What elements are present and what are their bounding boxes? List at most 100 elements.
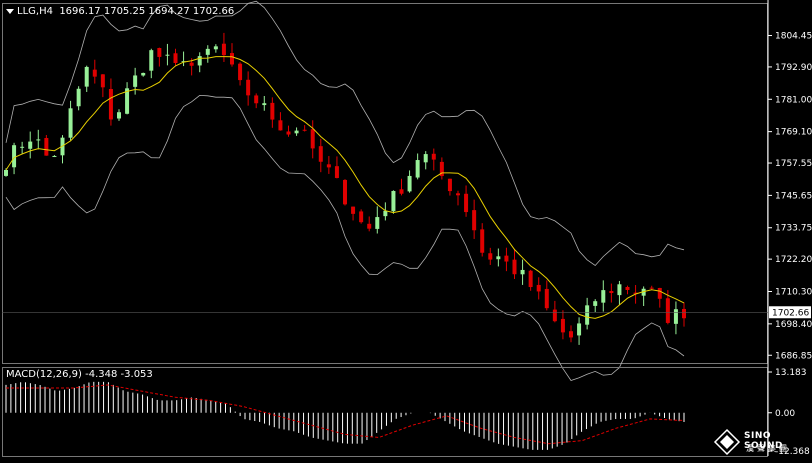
candle-body [343, 179, 347, 205]
candle-body [189, 62, 194, 66]
macd-tick-label: 13.183 [775, 368, 807, 378]
candle-body [391, 190, 396, 212]
candle-body [351, 206, 356, 214]
macd-panel-border [2, 367, 768, 457]
candle-body [108, 89, 113, 120]
price-tick-label: 1757.55 [775, 159, 812, 169]
candle-body [657, 287, 662, 299]
candle-body [536, 284, 541, 292]
candle-body [92, 69, 97, 77]
candle-body [12, 145, 17, 168]
chart-header[interactable]: LLG,H4 1696.17 1705.25 1694.27 1702.66 [6, 6, 234, 17]
candle-body [496, 256, 501, 260]
price-axis: 1804.45 1792.90 1781.00 1769.10 1757.55 1745.… [2, 0, 812, 457]
candle-body [407, 175, 412, 192]
candle-body [480, 229, 485, 253]
candle-body [149, 50, 154, 71]
candle-body [246, 79, 251, 96]
macd-label: MACD(12,26,9) -4.348 -3.053 [6, 369, 153, 380]
candle-body [512, 259, 517, 275]
candle-body [173, 53, 178, 64]
candle-body [383, 210, 388, 217]
macd-signal-line [6, 384, 685, 445]
candle-body [117, 112, 121, 119]
candle-body [221, 43, 226, 56]
candle-body [464, 193, 469, 213]
candle-body [100, 74, 105, 88]
candle-body [36, 139, 41, 141]
candle-body [673, 309, 678, 324]
candle-body [254, 95, 259, 104]
candle-body [552, 309, 557, 322]
main-panel-border [2, 3, 768, 364]
candle-body [585, 305, 590, 325]
symbol-label: LLG,H4 [17, 6, 53, 17]
candle-body [20, 146, 25, 148]
candle-body [367, 223, 372, 229]
candle-body [488, 253, 493, 260]
candle-body [447, 178, 452, 192]
price-tick-label: 1722.20 [775, 255, 812, 265]
logo-chinese-text: 漢聲集團 [746, 444, 790, 453]
candle-body [157, 48, 162, 57]
bollinger-lower-band [5, 94, 685, 381]
candle-body [577, 323, 582, 336]
candle-body [520, 269, 525, 275]
candle-body [665, 298, 670, 323]
candle-body [617, 284, 622, 296]
candle-body [326, 164, 331, 168]
candle-body [593, 301, 598, 306]
candle-body [504, 255, 509, 262]
candle-body [84, 66, 89, 87]
candle-body [399, 189, 404, 194]
candle-body [76, 88, 81, 107]
macd-panel [2, 367, 768, 457]
price-tick-label: 1733.75 [775, 224, 812, 234]
bollinger-upper-band [5, 0, 685, 267]
price-tick-label: 1769.10 [775, 128, 812, 138]
candle-body [141, 72, 146, 76]
candle-body [68, 108, 73, 138]
candle-body [52, 155, 57, 158]
candle-body [262, 103, 267, 106]
candle-body [359, 211, 364, 223]
candle-body [230, 53, 234, 65]
candle-body [28, 141, 33, 149]
candle-body [165, 54, 170, 56]
candle-body [609, 291, 614, 294]
current-price-label: 1702.66 [772, 308, 809, 318]
candle-body [431, 153, 436, 160]
price-tick-label: 1686.85 [775, 351, 812, 361]
candle-body [133, 75, 138, 87]
dropdown-triangle-icon[interactable] [6, 8, 14, 14]
candle-body [569, 331, 573, 338]
candle-body [270, 102, 275, 120]
candle-body [415, 160, 420, 178]
macd-tick-label: 0.00 [775, 409, 795, 419]
candle-body [4, 169, 8, 176]
candle-body [544, 288, 549, 309]
candle-body [682, 308, 686, 319]
price-tick-label: 1804.45 [775, 32, 812, 42]
candle-body [375, 217, 380, 229]
ohlc-values: 1696.17 1705.25 1694.27 1702.66 [59, 6, 235, 17]
candlestick-chart: 1804.45 1792.90 1781.00 1769.10 1757.55 1745.… [2, 0, 812, 457]
candle-body [302, 129, 307, 131]
candle-body [205, 48, 210, 55]
candle-body [423, 154, 428, 163]
candle-body [44, 138, 49, 156]
candle-body [238, 63, 243, 81]
main-price-panel [2, 0, 768, 381]
candle-body [278, 120, 283, 131]
candle-body [197, 56, 202, 66]
price-tick-label: 1745.65 [775, 191, 812, 201]
candle-body [334, 166, 339, 178]
candle-body [318, 146, 323, 162]
candle-body [649, 287, 654, 289]
price-tick-label: 1698.40 [775, 320, 812, 330]
candle-body [310, 129, 315, 149]
candle-body [213, 46, 218, 50]
candle-body [294, 130, 299, 134]
candle-body [286, 131, 291, 135]
price-tick-label: 1792.90 [775, 63, 812, 73]
